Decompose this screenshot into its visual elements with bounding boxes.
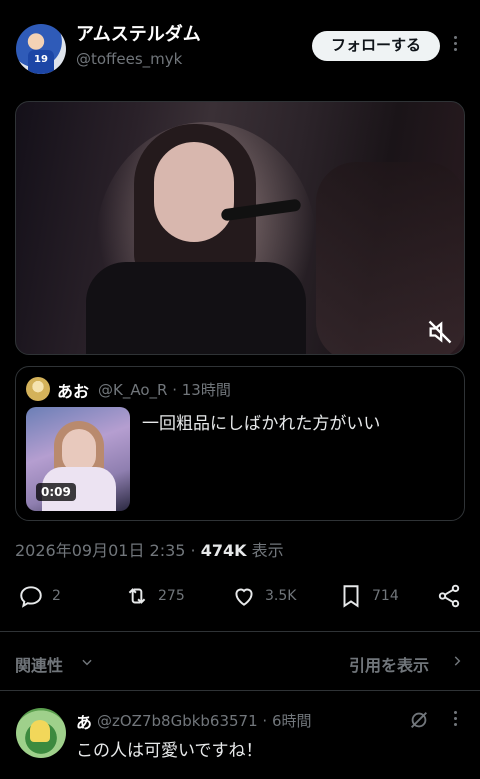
singer-dress bbox=[86, 262, 306, 354]
more-icon[interactable] bbox=[448, 36, 462, 56]
reply-button[interactable]: 2 bbox=[18, 578, 61, 614]
share-icon bbox=[438, 584, 460, 608]
quoted-author-name[interactable]: あお bbox=[57, 378, 89, 402]
author-avatar[interactable]: 19 bbox=[16, 24, 66, 74]
quoted-video-thumbnail[interactable]: 0:09 bbox=[26, 407, 130, 511]
reply-author-name[interactable]: あ bbox=[76, 709, 92, 733]
reply-icon bbox=[20, 586, 42, 608]
follow-button[interactable]: フォローする bbox=[312, 31, 440, 61]
like-icon bbox=[235, 588, 253, 606]
sort-relevance-button[interactable]: 関連性 bbox=[15, 652, 63, 676]
views-label: 表示 bbox=[246, 541, 284, 560]
avatar-character bbox=[30, 720, 50, 742]
post-timestamp[interactable]: 2026年09月01日 2:35 · bbox=[15, 541, 201, 560]
reply-more-icon[interactable] bbox=[450, 711, 460, 731]
repost-icon bbox=[128, 588, 146, 604]
reply-author-handle-time: @zOZ7b8Gbkb63571 · 6時間 bbox=[97, 712, 312, 730]
quoted-author-avatar[interactable] bbox=[26, 377, 50, 401]
bookmark-button[interactable]: 714 bbox=[338, 578, 399, 614]
post-video[interactable] bbox=[15, 101, 465, 355]
reply-count: 2 bbox=[52, 588, 61, 604]
repost-count: 275 bbox=[158, 588, 185, 604]
divider bbox=[0, 631, 480, 632]
chevron-down-icon[interactable] bbox=[80, 655, 94, 669]
bookmark-count: 714 bbox=[372, 588, 399, 604]
action-bar: 2 275 3.5K 714 bbox=[0, 578, 480, 614]
chevron-right-icon[interactable] bbox=[450, 654, 464, 668]
singer-face bbox=[154, 142, 234, 242]
repost-button[interactable]: 275 bbox=[124, 578, 185, 614]
quoted-post-text: 一回粗品にしばかれた方がいい bbox=[142, 414, 381, 434]
like-button[interactable]: 3.5K bbox=[231, 578, 296, 614]
bookmark-icon bbox=[343, 585, 359, 608]
share-button[interactable] bbox=[436, 578, 462, 614]
avatar-jersey-number: 19 bbox=[34, 54, 48, 65]
reply-author-avatar[interactable] bbox=[16, 708, 66, 758]
video-duration-badge: 0:09 bbox=[36, 483, 76, 501]
post-timestamp-views: 2026年09月01日 2:35 · 474K 表示 bbox=[15, 537, 284, 561]
reply-text: この人は可愛いですね！ bbox=[76, 741, 263, 761]
like-count: 3.5K bbox=[265, 588, 297, 604]
grok-icon[interactable] bbox=[408, 709, 430, 731]
mute-icon[interactable] bbox=[426, 318, 454, 346]
quoted-post-card[interactable]: あお @K_Ao_R · 13時間 0:09 一回粗品にしばかれた方がいい bbox=[15, 366, 465, 521]
view-quotes-link[interactable]: 引用を表示 bbox=[349, 652, 429, 676]
divider bbox=[0, 690, 480, 691]
quoted-author-handle-time: @K_Ao_R · 13時間 bbox=[98, 381, 231, 399]
post-header: 19 アムステルダム @toffees_myk フォローする bbox=[0, 0, 480, 90]
author-handle[interactable]: @toffees_myk bbox=[76, 50, 182, 68]
view-count: 474K bbox=[200, 541, 247, 560]
author-display-name[interactable]: アムステルダム bbox=[76, 20, 201, 46]
